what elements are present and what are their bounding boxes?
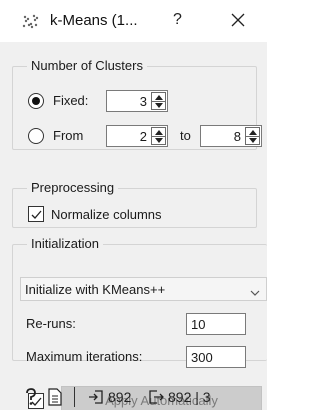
fixed-radio[interactable] bbox=[28, 93, 44, 109]
title-bar: k-Means (1... ? bbox=[0, 0, 267, 42]
window-title: k-Means (1... bbox=[50, 12, 138, 29]
input-data-icon bbox=[88, 389, 104, 408]
fixed-clusters-spinbox[interactable]: 3 bbox=[106, 90, 168, 112]
help-button[interactable]: ? bbox=[173, 11, 182, 29]
from-clusters-spinbox[interactable]: 2 bbox=[106, 125, 168, 147]
input-count: 892 bbox=[108, 389, 132, 405]
normalize-checkbox[interactable] bbox=[28, 206, 44, 222]
reruns-value: 10 bbox=[191, 317, 206, 332]
max-iterations-value: 300 bbox=[191, 350, 213, 365]
init-method-select[interactable]: Initialize with KMeans++ bbox=[20, 277, 267, 301]
kmeans-scatter-icon bbox=[22, 14, 40, 30]
close-button[interactable] bbox=[225, 7, 251, 33]
init-method-value: Initialize with KMeans++ bbox=[25, 282, 166, 297]
to-label: to bbox=[180, 128, 191, 143]
initialization-group: Initialization bbox=[12, 236, 267, 361]
report-icon[interactable] bbox=[48, 388, 62, 409]
checkmark-icon bbox=[31, 210, 42, 219]
spin-arrows-icon[interactable] bbox=[151, 127, 166, 145]
spin-arrows-icon[interactable] bbox=[245, 127, 260, 145]
chevron-down-icon bbox=[250, 285, 260, 300]
clusters-legend: Number of Clusters bbox=[27, 58, 147, 74]
reruns-label: Re-runs: bbox=[26, 316, 76, 331]
from-radio[interactable] bbox=[28, 128, 44, 144]
preprocessing-legend: Preprocessing bbox=[27, 180, 119, 196]
max-iterations-label: Maximum iterations: bbox=[26, 349, 143, 364]
widget-body: Number of Clusters Fixed: 3 From 2 to 8 … bbox=[0, 42, 267, 410]
fixed-label: Fixed: bbox=[53, 93, 89, 108]
output-data-icon bbox=[148, 389, 164, 408]
normalize-label: Normalize columns bbox=[51, 207, 162, 222]
output-count: 892 | 3 bbox=[168, 389, 211, 405]
close-icon bbox=[231, 13, 245, 27]
to-clusters-value: 8 bbox=[233, 129, 241, 144]
to-clusters-spinbox[interactable]: 8 bbox=[200, 125, 262, 147]
spin-arrows-icon[interactable] bbox=[151, 92, 166, 110]
status-divider bbox=[74, 387, 75, 407]
max-iterations-input[interactable]: 300 bbox=[186, 346, 246, 368]
status-bar: 892 892 | 3 bbox=[0, 384, 267, 410]
from-label: From bbox=[53, 128, 84, 143]
help-icon[interactable] bbox=[24, 388, 38, 409]
reruns-input[interactable]: 10 bbox=[186, 313, 246, 335]
from-clusters-value: 2 bbox=[139, 129, 147, 144]
fixed-clusters-value: 3 bbox=[139, 94, 147, 109]
initialization-legend: Initialization bbox=[27, 236, 103, 252]
